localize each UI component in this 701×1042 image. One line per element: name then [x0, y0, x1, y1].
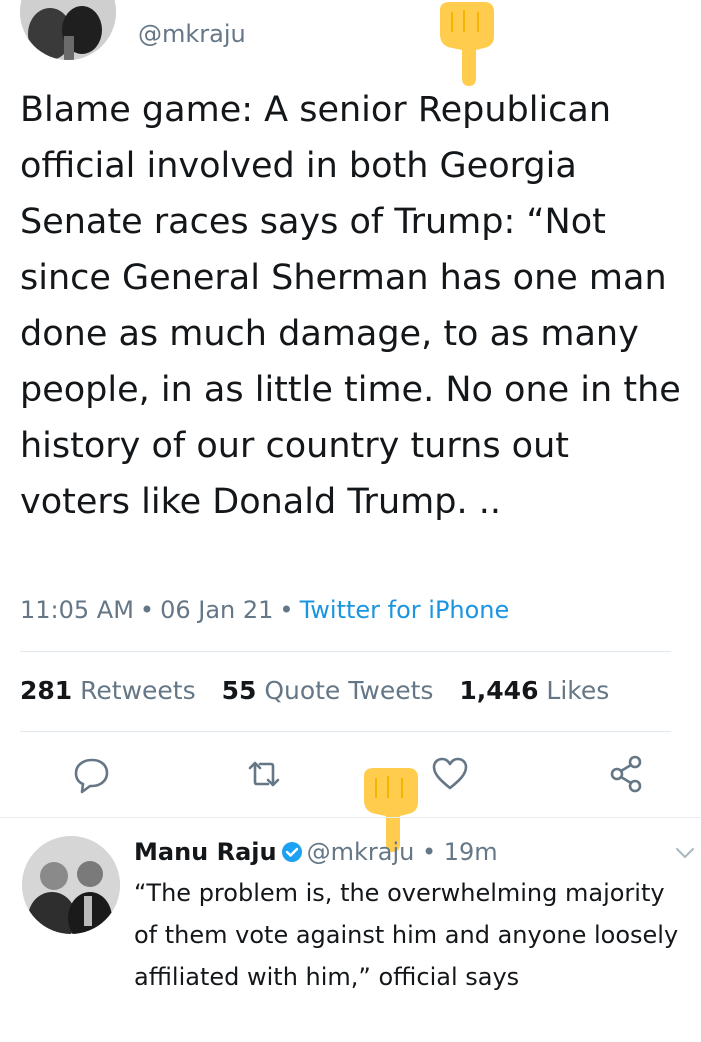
- separator: •: [279, 596, 294, 624]
- reply-author-avatar[interactable]: [22, 836, 120, 934]
- quote-tweets-label: Quote Tweets: [264, 676, 434, 705]
- reply-text: “The problem is, the overwhelming majori…: [134, 879, 679, 991]
- tweet-source-link[interactable]: Twitter for iPhone: [300, 596, 510, 624]
- verified-badge-icon: [281, 841, 303, 869]
- likes-label: Likes: [546, 676, 610, 705]
- quote-tweets-count: 55: [221, 676, 257, 705]
- retweets-label: Retweets: [80, 676, 196, 705]
- retweet-icon: [248, 761, 280, 787]
- reply-author-name[interactable]: Manu Raju: [134, 838, 277, 866]
- reply-icon: [74, 758, 109, 794]
- reply-header: Manu Raju @mkraju • 19m: [134, 838, 498, 869]
- author-handle[interactable]: @mkraju: [138, 20, 246, 48]
- retweet-button[interactable]: [244, 752, 284, 796]
- retweets-stat[interactable]: 281 Retweets: [20, 676, 196, 705]
- tweet-text: Blame game: A senior Republican official…: [20, 90, 681, 522]
- tweet-time: 11:05 AM: [20, 596, 134, 624]
- heart-icon: [432, 757, 468, 790]
- avatar-photo: [20, 0, 116, 60]
- likes-count: 1,446: [459, 676, 539, 705]
- divider: [0, 817, 701, 818]
- divider: [20, 731, 671, 732]
- like-button[interactable]: [430, 752, 470, 796]
- tweet-date: 06 Jan 21: [160, 596, 274, 624]
- reply-button[interactable]: [72, 752, 112, 796]
- tweet-action-bar: [0, 752, 701, 796]
- tweet-detail-screen: @mkraju Blame game: A senior Republican …: [0, 0, 701, 1042]
- tweet-meta: 11:05 AM • 06 Jan 21 • Twitter for iPhone: [20, 596, 509, 624]
- share-icon: [610, 755, 642, 793]
- likes-stat[interactable]: 1,446 Likes: [459, 676, 609, 705]
- separator: •: [139, 596, 155, 624]
- pointing-down-emoji: [440, 2, 494, 86]
- divider: [20, 651, 671, 652]
- quote-tweets-stat[interactable]: 55 Quote Tweets: [222, 676, 434, 705]
- author-avatar[interactable]: [20, 0, 116, 60]
- retweets-count: 281: [20, 676, 73, 705]
- chevron-down-icon[interactable]: [674, 846, 696, 860]
- tweet-stats: 281 Retweets 55 Quote Tweets 1,446 Likes: [20, 676, 627, 705]
- separator: •: [421, 838, 437, 866]
- avatar-photo: [22, 836, 120, 934]
- reply-timestamp: 19m: [443, 838, 498, 866]
- share-button[interactable]: [607, 752, 647, 796]
- reply-author-handle[interactable]: @mkraju: [307, 838, 415, 866]
